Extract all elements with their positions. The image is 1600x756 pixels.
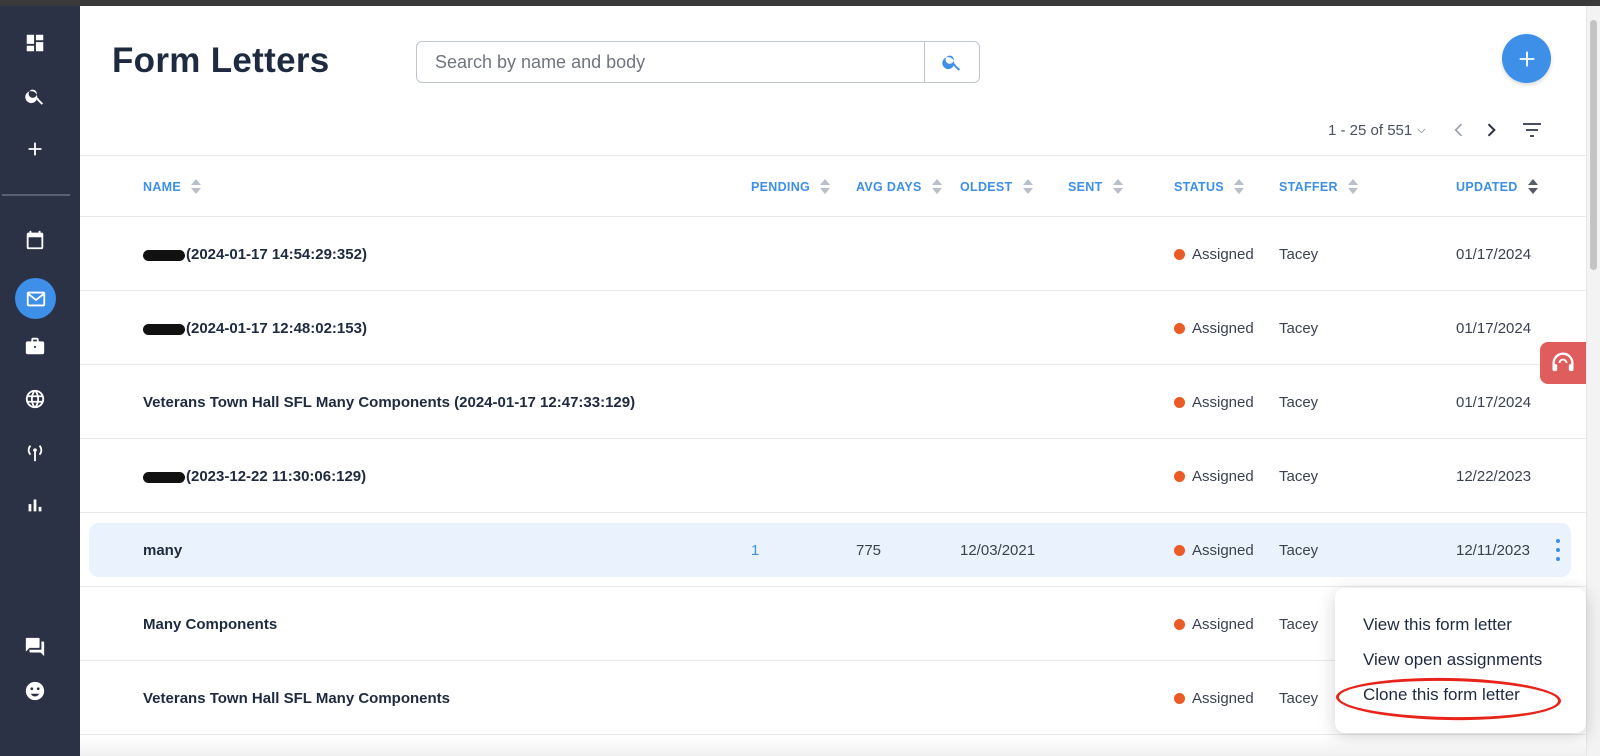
table-header: NAME PENDING AVG DAYS OLDEST SENT STATUS… [80, 155, 1586, 217]
search-bar [416, 41, 980, 83]
status-dot [1174, 471, 1185, 482]
row-updated: 01/17/2024 [1456, 246, 1532, 263]
redaction-mark [143, 323, 185, 335]
menu-item-view-form-letter[interactable]: View this form letter [1363, 615, 1512, 635]
search-icon[interactable] [20, 81, 50, 111]
status-dot [1174, 249, 1185, 260]
column-header-name[interactable]: NAME [143, 179, 202, 195]
bottom-fade [80, 736, 1586, 756]
sort-icon [1233, 179, 1244, 195]
row-name[interactable]: (2023-12-22 11:30:06:129) [143, 468, 366, 485]
search-button[interactable] [924, 42, 979, 82]
mail-icon[interactable] [15, 278, 56, 319]
bar-chart-icon[interactable] [20, 490, 50, 520]
column-header-oldest[interactable]: OLDEST [960, 179, 1033, 195]
sort-icon [931, 179, 942, 195]
sidebar [0, 6, 80, 756]
add-form-letter-button[interactable] [1502, 34, 1551, 83]
status-badge: Assigned [1174, 320, 1254, 337]
chat-icon[interactable] [20, 632, 50, 662]
column-header-staffer[interactable]: STAFFER [1279, 179, 1358, 195]
status-badge: Assigned [1174, 246, 1254, 263]
table-row-selected[interactable]: many 1 775 12/03/2021 Assigned Tacey 12/… [80, 513, 1586, 587]
briefcase-icon[interactable] [20, 331, 50, 361]
row-name[interactable]: Many Components [143, 616, 277, 633]
row-name[interactable]: Veterans Town Hall SFL Many Components (… [143, 394, 635, 411]
row-name[interactable]: (2024-01-17 12:48:02:153) [143, 320, 367, 337]
row-highlight [89, 523, 1571, 577]
column-header-updated[interactable]: UPDATED [1456, 179, 1538, 195]
chevron-left-icon[interactable] [1449, 120, 1469, 140]
search-input[interactable] [417, 42, 924, 82]
row-updated: 01/17/2024 [1456, 320, 1532, 337]
status-badge: Assigned [1174, 542, 1254, 559]
row-staffer: Tacey [1279, 690, 1319, 707]
status-dot [1174, 619, 1185, 630]
chevron-right-icon[interactable] [1481, 120, 1501, 140]
status-badge: Assigned [1174, 616, 1254, 633]
row-staffer: Tacey [1279, 468, 1319, 485]
status-badge: Assigned [1174, 468, 1254, 485]
status-dot [1174, 545, 1185, 556]
sort-icon [1347, 179, 1358, 195]
column-header-pending[interactable]: PENDING [751, 179, 831, 195]
row-name[interactable]: (2024-01-17 14:54:29:352) [143, 246, 367, 263]
calendar-icon[interactable] [20, 225, 50, 255]
status-badge: Assigned [1174, 690, 1254, 707]
sidebar-divider [2, 194, 70, 196]
help-widget-button[interactable] [1540, 342, 1586, 384]
table-row[interactable]: (2023-12-22 11:30:06:129) Assigned Tacey… [80, 439, 1586, 513]
row-staffer: Tacey [1279, 246, 1319, 263]
row-oldest: 12/03/2021 [960, 542, 1036, 559]
row-updated: 12/11/2023 [1456, 542, 1530, 559]
filter-icon[interactable] [1520, 118, 1544, 142]
dashboard-icon[interactable] [20, 28, 50, 58]
scrollbar-thumb[interactable] [1590, 20, 1597, 270]
sort-icon [1527, 179, 1538, 195]
broadcast-icon[interactable] [20, 437, 50, 467]
pagination-range[interactable]: 1 - 25 of 551 ⌵ [1328, 122, 1426, 139]
status-dot [1174, 397, 1185, 408]
sort-icon [1112, 179, 1123, 195]
redaction-mark [143, 249, 185, 261]
row-staffer: Tacey [1279, 616, 1319, 633]
status-dot [1174, 323, 1185, 334]
status-dot [1174, 693, 1185, 704]
column-header-status[interactable]: STATUS [1174, 179, 1244, 195]
row-name[interactable]: Veterans Town Hall SFL Many Components [143, 690, 450, 707]
row-staffer: Tacey [1279, 394, 1319, 411]
redaction-mark [143, 471, 185, 483]
more-options-icon[interactable] [1552, 537, 1564, 563]
plus-icon [1519, 51, 1534, 66]
vertical-scrollbar[interactable] [1586, 6, 1600, 756]
plus-icon[interactable] [20, 134, 50, 164]
sort-icon [1022, 179, 1033, 195]
face-icon[interactable] [20, 676, 50, 706]
row-avg-days: 775 [856, 542, 882, 559]
chevron-down-icon: ⌵ [1417, 124, 1426, 136]
status-badge: Assigned [1174, 394, 1254, 411]
row-pending-link[interactable]: 1 [751, 542, 759, 559]
sort-icon [820, 179, 831, 195]
column-header-sent[interactable]: SENT [1068, 179, 1123, 195]
table-row[interactable]: Veterans Town Hall SFL Many Components (… [80, 365, 1586, 439]
page-title: Form Letters [112, 41, 330, 80]
row-staffer: Tacey [1279, 542, 1319, 559]
row-name[interactable]: many [143, 542, 182, 559]
pagination-range-label: 1 - 25 of 551 [1328, 122, 1413, 139]
table-row[interactable]: (2024-01-17 12:48:02:153) Assigned Tacey… [80, 291, 1586, 365]
search-icon [942, 55, 961, 71]
globe-icon[interactable] [20, 384, 50, 414]
menu-item-view-open-assignments[interactable]: View open assignments [1363, 650, 1542, 670]
table-row[interactable]: (2024-01-17 14:54:29:352) Assigned Tacey… [80, 217, 1586, 291]
row-updated: 01/17/2024 [1456, 394, 1532, 411]
row-updated: 12/22/2023 [1456, 468, 1532, 485]
column-header-avg-days[interactable]: AVG DAYS [856, 179, 942, 195]
sort-icon [191, 179, 202, 195]
headset-icon [1552, 352, 1574, 372]
row-staffer: Tacey [1279, 320, 1319, 337]
